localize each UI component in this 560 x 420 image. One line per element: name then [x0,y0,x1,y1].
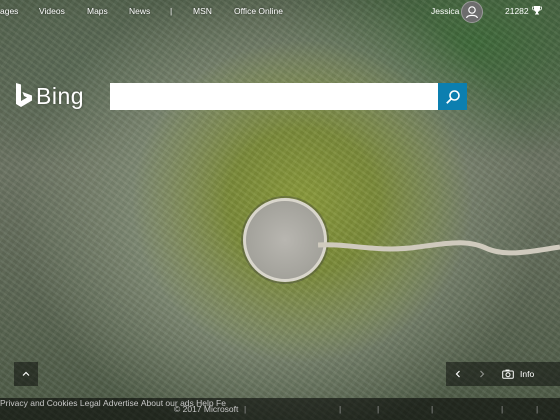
nav-videos-link[interactable]: Videos [39,6,65,16]
image-info-button[interactable]: Info [502,362,534,386]
nav-maps-link[interactable]: Maps [87,6,108,16]
search-button[interactable] [438,83,467,110]
info-label: Info [520,369,535,379]
scroll-up-button[interactable] [14,362,38,386]
background-road [318,240,560,256]
footer-privacy-link[interactable]: Privacy and Cookies [0,398,77,408]
chevron-up-icon [22,371,30,376]
footer-separator: | [501,404,504,414]
footer-separator: | [536,404,539,414]
bing-logo[interactable]: Bing [15,80,84,112]
image-navigation: Info [446,362,560,386]
nav-images-link[interactable]: ages [0,6,18,16]
footer-separator: | [431,404,434,414]
bing-b-icon [16,83,32,107]
chevron-left-icon [455,370,460,378]
footer-separator: | [244,404,247,414]
user-avatar-icon[interactable] [461,1,483,23]
nav-separator: | [170,6,173,16]
background-viewpoint [243,198,327,282]
trophy-icon[interactable] [532,5,542,15]
next-image-button[interactable] [470,362,494,386]
footer-legal-link[interactable]: Legal [80,398,101,408]
nav-msn-link[interactable]: MSN [193,6,212,16]
search-icon [445,89,460,104]
chevron-right-icon [480,370,485,378]
logo-text: Bing [36,82,85,109]
nav-office-online-link[interactable]: Office Online [234,6,283,16]
footer: © 2017 Microsoft | Privacy and Cookies |… [0,398,560,420]
top-navigation: ages Videos Maps News | MSN Office Onlin… [0,0,560,23]
footer-separator: | [339,404,342,414]
copyright-text: © 2017 Microsoft [174,404,239,414]
footer-advertise-link[interactable]: Advertise [103,398,138,408]
previous-image-button[interactable] [446,362,470,386]
camera-icon [502,369,514,379]
nav-news-link[interactable]: News [129,6,150,16]
rewards-count[interactable]: 21282 [505,6,529,16]
footer-separator: | [377,404,380,414]
search-input[interactable] [110,83,438,110]
user-name[interactable]: Jessica [431,6,459,16]
